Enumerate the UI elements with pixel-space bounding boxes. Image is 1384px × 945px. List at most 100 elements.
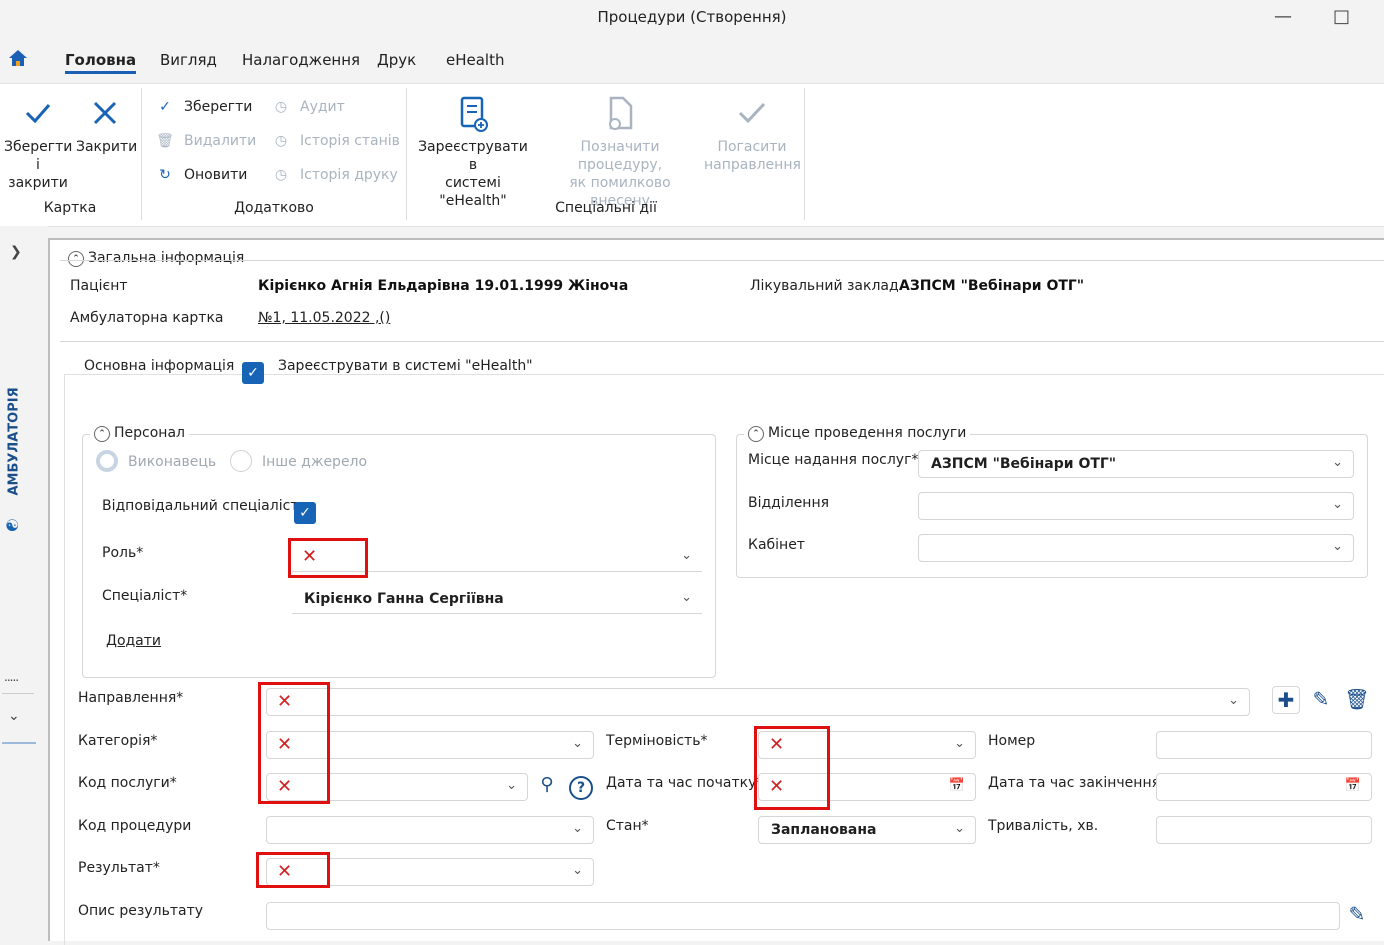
menu-ehealth[interactable]: eHealth <box>446 51 504 69</box>
edit-referral-button[interactable]: ✎ <box>1308 686 1334 712</box>
sidebar-ambulatory-label[interactable]: АМБУЛАТОРІЯ <box>7 387 22 495</box>
people-icon: ☯ <box>5 516 20 535</box>
collapse-icon[interactable]: ⌃ <box>748 426 764 442</box>
card-link[interactable]: №1, 11.05.2022 ,() <box>258 310 390 326</box>
department-select[interactable]: ⌄ <box>918 492 1354 520</box>
room-select[interactable]: ⌄ <box>918 534 1354 562</box>
chevron-down-icon: ⌄ <box>572 821 583 836</box>
chevron-down-icon: ⌄ <box>572 736 583 751</box>
result-label: Результат* <box>78 860 160 876</box>
performer-radio-label: Виконавець <box>128 454 217 470</box>
facility-label: Лікувальний заклад <box>750 278 899 294</box>
print-history-button[interactable]: ◷ Історія друку <box>270 167 398 183</box>
chevron-down-icon: ⌄ <box>506 778 517 793</box>
referral-select[interactable]: ✕ ⌄ <box>266 688 1250 716</box>
chevron-down-icon: ⌄ <box>681 590 692 605</box>
urgency-label: Терміновість* <box>606 733 708 749</box>
home-icon[interactable] <box>8 48 28 72</box>
ribbon: Зберегти і закрити Закрити Картка ✓ Збере… <box>0 83 1384 227</box>
service-code-label: Код послуги* <box>78 775 177 791</box>
chevron-down-icon: ⌄ <box>1332 455 1343 470</box>
refresh-button[interactable]: ↻ Оновити <box>154 167 247 183</box>
number-label: Номер <box>988 733 1036 749</box>
register-ehealth-button[interactable]: Зареєструвати в системі "eHealth" <box>412 96 534 210</box>
menu-bar: Головна Вигляд Налагодження Друк eHealth <box>0 44 1384 80</box>
calendar-icon: 📅 <box>1344 778 1361 793</box>
facility-value: АЗПСМ "Вебінари ОТГ" <box>899 278 1085 294</box>
close-button[interactable]: Закрити <box>76 98 137 156</box>
chevron-down-icon[interactable]: ⌄ <box>8 708 20 724</box>
category-label: Категорія* <box>78 733 158 749</box>
delete-referral-button[interactable]: 🗑 <box>1344 686 1370 712</box>
collapse-icon[interactable]: ⌃ <box>94 426 110 442</box>
audit-button[interactable]: ◷ Аудит <box>270 99 345 115</box>
procedure-code-select[interactable]: ⌄ <box>266 816 594 844</box>
trash-icon: 🗑 <box>1344 687 1370 711</box>
save-close-button[interactable]: Зберегти і закрити <box>4 98 72 192</box>
state-history-button[interactable]: ◷ Історія станів <box>270 133 400 149</box>
other-source-radio-label: Інше джерело <box>262 454 368 470</box>
duration-input[interactable] <box>1156 816 1372 844</box>
maximize-button[interactable]: □ <box>1333 6 1350 27</box>
location-select[interactable]: АЗПСМ "Вебінари ОТГ" ⌄ <box>918 450 1354 478</box>
personnel-header[interactable]: ⌃ Персонал <box>90 425 189 442</box>
performer-radio[interactable] <box>96 450 118 472</box>
clock-icon: ◷ <box>274 99 288 115</box>
calendar-icon: 📅 <box>948 778 965 793</box>
result-description-input[interactable] <box>266 902 1340 930</box>
menu-home[interactable]: Головна <box>65 51 137 74</box>
responsible-label: Відповідальний спеціаліст <box>102 498 299 514</box>
check-icon: ✓ <box>159 99 171 115</box>
location-label: Місце надання послуг* <box>748 452 919 468</box>
specialist-select[interactable]: Кірієнко Ганна Сергіївна ⌄ <box>292 586 702 614</box>
check-icon: ✓ <box>247 365 259 381</box>
window-title: Процедури (Створення) <box>597 8 787 26</box>
end-datetime-input[interactable]: 📅 <box>1156 773 1372 801</box>
edit-icon: ✎ <box>1312 687 1330 711</box>
state-select[interactable]: Запланована ⌄ <box>758 816 976 844</box>
menu-debug[interactable]: Налагодження <box>242 51 360 69</box>
other-source-radio[interactable] <box>230 450 252 472</box>
edit-result-button[interactable]: ✎ <box>1344 901 1370 927</box>
check-icon <box>704 96 800 138</box>
group-extra-label: Додатково <box>234 200 314 216</box>
responsible-checkbox[interactable]: ✓ <box>294 502 316 524</box>
ribbon-separator <box>804 88 805 220</box>
more-dots-icon[interactable]: ..... <box>4 670 19 684</box>
referral-label: Направлення* <box>78 690 184 706</box>
clock-icon: ◷ <box>274 133 288 149</box>
register-ehealth-checkbox[interactable]: ✓ <box>242 362 264 384</box>
search-icon: ⚲ <box>540 774 554 795</box>
result-description-label: Опис результату <box>78 903 204 919</box>
save-button[interactable]: ✓ Зберегти <box>154 99 252 115</box>
group-special-label: Спеціальні дії <box>555 200 657 216</box>
add-referral-button[interactable]: ✚ <box>1272 686 1300 714</box>
help-button[interactable]: ? <box>568 772 594 800</box>
close-referral-button[interactable]: Погасити направлення <box>704 96 801 174</box>
edit-icon: ✎ <box>1348 902 1366 926</box>
search-button[interactable]: ⚲ <box>534 772 560 798</box>
divider <box>2 693 34 694</box>
room-label: Кабінет <box>748 537 805 553</box>
register-ehealth-label: Зареєструвати в системі "eHealth" <box>274 358 537 374</box>
patient-label: Пацієнт <box>70 278 128 294</box>
menu-print[interactable]: Друк <box>377 51 416 69</box>
menu-view[interactable]: Вигляд <box>160 51 217 69</box>
minimize-button[interactable]: — <box>1274 6 1292 27</box>
place-header[interactable]: ⌃ Місце проведення послуги <box>744 425 971 442</box>
department-label: Відділення <box>748 495 830 511</box>
main-panel: ⌃ Загальна інформація Пацієнт Кірієнко Аг… <box>48 238 1384 945</box>
document-error-icon <box>538 96 702 138</box>
divider <box>2 742 36 744</box>
error-highlight <box>754 726 830 810</box>
mark-error-button[interactable]: Позначити процедуру, як помилково внесен… <box>538 96 702 210</box>
add-link[interactable]: Додати <box>106 633 161 649</box>
expand-chevron-icon[interactable]: ❯ <box>10 244 22 260</box>
document-add-icon <box>412 96 534 138</box>
left-sidebar: ❯ АМБУЛАТОРІЯ ☯ ..... ⌄ <box>0 226 48 939</box>
card-label: Амбулаторна картка <box>70 310 224 326</box>
patient-value: Кірієнко Агнія Ельдарівна 19.01.1999 Жін… <box>258 278 629 294</box>
delete-button[interactable]: 🗑 Видалити <box>154 133 256 149</box>
number-input[interactable] <box>1156 731 1372 759</box>
chevron-down-icon: ⌄ <box>1332 497 1343 512</box>
